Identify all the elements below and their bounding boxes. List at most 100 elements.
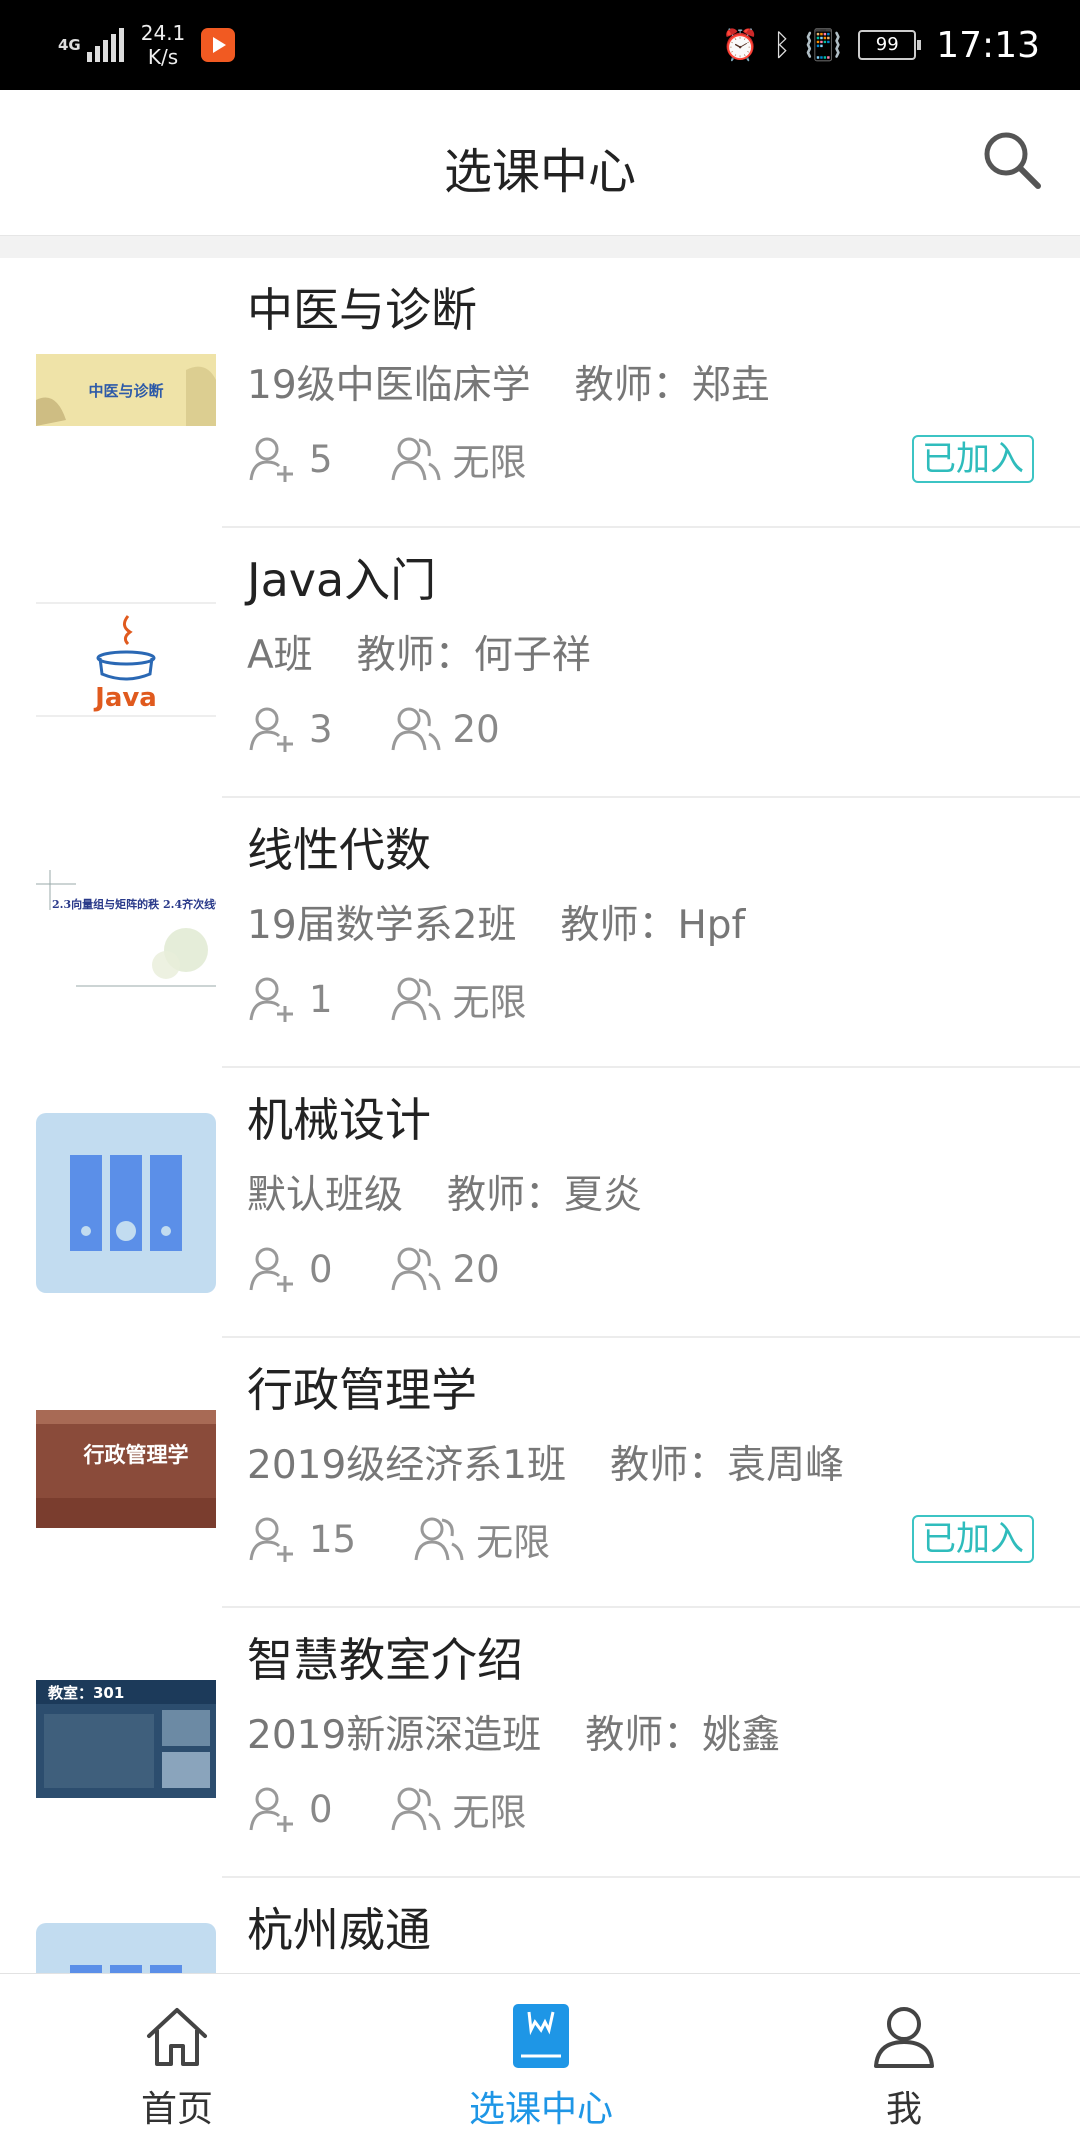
course-stats: 15 无限 [247,1514,608,1564]
group-icon [414,1517,464,1561]
member-count: 1 [309,977,333,1021]
course-name: 线性代数 [247,823,431,877]
course-meta: 2019级经济系1班 教师：袁周峰 [247,1434,844,1490]
course-meta: A班 教师：何子祥 [247,624,591,680]
course-name: 杭州威通 [247,1903,431,1957]
teacher-label: 教师： [447,1173,565,1218]
group-icon [391,1787,441,1831]
speed-unit: K/s [147,45,179,69]
add-person-icon [249,1787,293,1832]
default-course-thumbnail [36,1113,216,1293]
teacher-name: 姚鑫 [702,1713,781,1758]
course-item[interactable]: 机械设计 默认班级 教师：夏炎 0 20 [0,1068,1080,1338]
group-icon [391,707,441,751]
network-type: 4G [58,36,81,54]
group-icon [391,977,441,1021]
member-limit: 20 [452,1247,500,1291]
course-meta: 19级中医临床学 教师：郑垚 [247,354,770,410]
course-thumbnail: 行政管理学 [36,1410,216,1528]
teacher-name: 夏炎 [564,1173,643,1218]
member-limit: 无限 [476,1521,551,1564]
add-person-icon [249,977,293,1022]
person-icon [874,2007,934,2068]
course-meta: 2019新源深造班 教师：姚鑫 [247,1704,780,1760]
default-course-thumbnail [36,1923,216,1973]
course-thumbnail: 2.3向量组与矩阵的秩 2.4齐次线性方程组 [36,870,216,988]
course-thumbnail: 教室：301 [36,1680,216,1798]
thumb-text: 中医与诊断 [88,382,163,400]
teacher-label: 教师： [356,633,474,678]
course-list[interactable]: 中医与诊断 中医与诊断 19级中医临床学 教师：郑垚 5 无限 已加入 Java … [0,258,1080,1973]
network-speed: 24.1 K/s [141,21,186,69]
group-icon [391,1247,441,1291]
course-thumbnail: Java [36,600,216,718]
status-right: ⏰ ᛒ 📳 99 17:13 [708,16,1040,74]
battery-icon: 99 [858,30,922,60]
app-header: 选课中心 [0,90,1080,236]
add-person-icon [249,1517,293,1562]
class-name: 19级中医临床学 [247,363,531,408]
member-limit: 20 [452,707,500,751]
course-item[interactable]: 2.3向量组与矩阵的秩 2.4齐次线性方程组 线性代数 19届数学系2班教师：H… [0,798,1080,1068]
status-left: 4G 24.1 K/s [58,16,236,74]
class-name: 默认班级 [247,1173,404,1218]
speed-value: 24.1 [140,21,186,45]
page-title: 选课中心 [443,144,636,200]
nav-home[interactable]: 首页 [77,1974,277,2151]
status-bar: 4G 24.1 K/s ⏰ ᛒ 📳 99 17:13 [0,0,1080,90]
teacher-label: 教师： [574,363,692,408]
joined-badge: 已加入 [912,1515,1034,1563]
member-count: 5 [309,437,333,481]
thumb-text: 行政管理学 [83,1443,189,1467]
class-name: 19届数学系2班 [247,903,517,948]
teacher-name: 郑垚 [691,363,770,408]
joined-badge: 已加入 [912,435,1034,483]
course-item[interactable]: Java Java入门 A班 教师：何子祥 3 20 [0,528,1080,798]
member-limit: 无限 [452,1791,527,1834]
course-name: 中医与诊断 [247,283,477,337]
teacher-label: 教师： [560,903,678,948]
header-divider [0,236,1080,258]
course-item[interactable]: 中医与诊断 中医与诊断 19级中医临床学 教师：郑垚 5 无限 已加入 [0,258,1080,528]
thumb-text: Java [93,683,157,713]
class-name: A班 [247,633,313,678]
alarm-icon: ⏰ [721,27,759,63]
group-icon [391,437,441,481]
add-person-icon [249,1247,293,1292]
class-name: 2019级经济系1班 [247,1443,567,1488]
nav-label: 我 [885,2089,922,2130]
member-limit: 无限 [452,981,527,1024]
clock: 17:13 [936,24,1040,66]
course-item[interactable]: 杭州威通 [0,1878,1080,1973]
nav-label: 选课中心 [468,2089,613,2130]
teacher-name: 袁周峰 [727,1443,845,1488]
teacher-name: 何子祥 [473,633,591,678]
course-item[interactable]: 教室：301 智慧教室介绍 2019新源深造班 教师：姚鑫 0 无限 [0,1608,1080,1878]
course-name: 机械设计 [247,1093,431,1147]
bluetooth-icon: ᛒ [772,27,791,63]
course-thumbnail: 中医与诊断 [36,330,216,448]
member-count: 0 [309,1787,333,1831]
course-stats: 3 20 [247,704,558,754]
nav-label: 首页 [140,2089,213,2130]
course-item[interactable]: 行政管理学 行政管理学 2019级经济系1班 教师：袁周峰 15 无限 已加入 [0,1338,1080,1608]
course-meta: 19届数学系2班 教师：Hpf [247,894,745,950]
course-name: 行政管理学 [247,1363,477,1417]
signal-icon [86,28,127,62]
course-stats: 1 无限 [247,974,585,1024]
course-stats: 5 无限 [247,434,585,484]
battery-level: 99 [875,34,899,55]
member-count: 3 [309,707,333,751]
add-person-icon [249,437,293,482]
nav-course-center[interactable]: 选课中心 [441,1974,641,2151]
home-icon [147,2008,207,2066]
member-count: 15 [309,1517,357,1561]
course-name: 智慧教室介绍 [247,1633,523,1687]
thumb-text: 教室：301 [47,1684,124,1702]
vibrate-icon: 📳 [804,27,843,63]
course-stats: 0 20 [247,1244,558,1294]
nav-me[interactable]: 我 [804,1974,1004,2151]
teacher-label: 教师： [610,1443,728,1488]
teacher-name: Hpf [677,903,746,948]
search-icon[interactable] [980,128,1044,192]
